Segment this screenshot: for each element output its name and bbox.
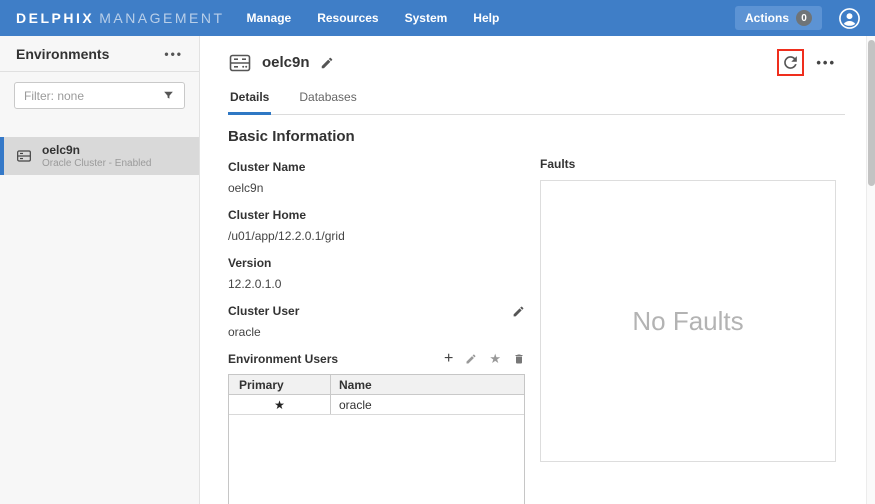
field-value: 12.2.0.1.0: [228, 277, 525, 291]
main-content: oelc9n ••• Details Databases: [200, 36, 866, 504]
environment-list: oelc9n Oracle Cluster - Enabled: [0, 137, 199, 175]
set-primary-star-icon[interactable]: ★: [489, 352, 501, 366]
main-ellipsis-menu-icon[interactable]: •••: [816, 55, 836, 70]
table-header-row: Primary Name: [229, 375, 524, 395]
field-label: Cluster Home: [228, 208, 306, 222]
faults-title: Faults: [540, 157, 836, 171]
field-cluster-user: Cluster User oracle: [228, 304, 525, 339]
cluster-icon-large: [228, 51, 252, 75]
filter-input[interactable]: [24, 89, 154, 103]
edit-user-pencil-icon[interactable]: [465, 353, 477, 365]
field-cluster-name: Cluster Name oelc9n: [228, 160, 525, 195]
cluster-icon: [16, 148, 32, 164]
environment-filter[interactable]: [14, 82, 185, 109]
actions-button[interactable]: Actions 0: [735, 6, 822, 30]
user-avatar-icon[interactable]: [838, 7, 861, 30]
vertical-scrollbar[interactable]: [866, 36, 875, 504]
tab-databases[interactable]: Databases: [297, 81, 358, 115]
filter-funnel-icon[interactable]: [162, 89, 175, 102]
menu-system[interactable]: System: [405, 11, 448, 25]
brand-primary: DELPHIX: [16, 10, 94, 26]
no-faults-text: No Faults: [632, 306, 743, 337]
column-header-primary: Primary: [229, 375, 331, 394]
detail-tabs: Details Databases: [228, 81, 845, 115]
field-cluster-home: Cluster Home /u01/app/12.2.0.1/grid: [228, 208, 525, 243]
tab-details[interactable]: Details: [228, 81, 271, 115]
actions-count-badge: 0: [796, 10, 812, 26]
actions-button-label: Actions: [745, 11, 789, 25]
environment-users-title: Environment Users: [228, 352, 338, 366]
brand-secondary: MANAGEMENT: [99, 10, 224, 26]
scrollbar-thumb[interactable]: [868, 40, 875, 186]
menu-resources[interactable]: Resources: [317, 11, 378, 25]
column-header-name: Name: [331, 378, 524, 392]
environment-list-item-oelc9n[interactable]: oelc9n Oracle Cluster - Enabled: [0, 137, 199, 175]
field-label: Cluster Name: [228, 160, 305, 174]
user-name-cell: oracle: [331, 398, 524, 412]
field-value: /u01/app/12.2.0.1/grid: [228, 229, 525, 243]
field-label: Version: [228, 256, 271, 270]
environment-name: oelc9n: [42, 143, 152, 158]
edit-title-pencil-icon[interactable]: [320, 56, 334, 70]
top-menu: Manage Resources System Help: [247, 11, 500, 25]
field-label: Cluster User: [228, 304, 299, 318]
menu-manage[interactable]: Manage: [247, 11, 292, 25]
field-version: Version 12.2.0.1.0: [228, 256, 525, 291]
faults-panel: No Faults: [540, 180, 836, 462]
refresh-button-highlight: [777, 49, 804, 76]
sidebar-ellipsis-menu-icon[interactable]: •••: [164, 47, 183, 61]
delphix-logo[interactable]: DELPHIX MANAGEMENT: [16, 10, 225, 26]
sidebar-title: Environments: [16, 46, 109, 62]
refresh-button[interactable]: [781, 53, 800, 72]
environments-sidebar: Environments •••: [0, 36, 200, 504]
primary-star-icon: ★: [229, 395, 331, 414]
page-title: oelc9n: [262, 54, 310, 71]
add-user-icon[interactable]: +: [444, 352, 453, 366]
field-value: oracle: [228, 325, 525, 339]
section-title: Basic Information: [228, 128, 525, 145]
menu-help[interactable]: Help: [473, 11, 499, 25]
delete-user-trash-icon[interactable]: [513, 353, 525, 365]
environment-subtitle: Oracle Cluster - Enabled: [42, 158, 152, 170]
environment-users-table: Primary Name ★ oracle: [228, 374, 525, 504]
table-row[interactable]: ★ oracle: [229, 395, 524, 415]
edit-cluster-user-pencil-icon[interactable]: [512, 305, 525, 318]
top-navigation-bar: DELPHIX MANAGEMENT Manage Resources Syst…: [0, 0, 875, 36]
field-value: oelc9n: [228, 181, 525, 195]
